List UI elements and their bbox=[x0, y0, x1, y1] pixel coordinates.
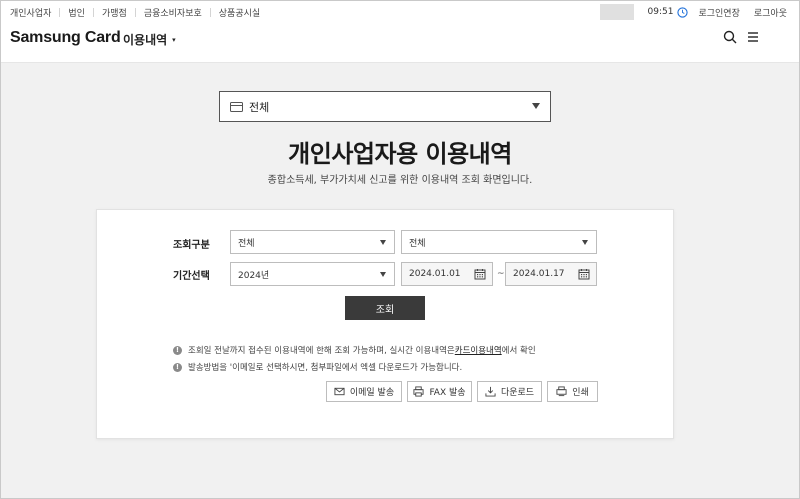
utility-bar: 개인사업자 법인 가맹점 금융소비자보호 상품공시실 09:51 로그인연장 로… bbox=[1, 1, 799, 23]
notice-2-text: 발송방법을 '이메일로 선택하시면, 첨부파일에서 엑셀 다운로드가 가능합니다… bbox=[188, 363, 463, 373]
download-button[interactable]: 다운로드 bbox=[477, 381, 542, 402]
print-button[interactable]: 인쇄 bbox=[547, 381, 598, 402]
start-date-value: 2024.01.01 bbox=[409, 269, 461, 279]
notice-1-text: 조회일 전날까지 접수된 이용내역에 한해 조회 가능하며, 실시간 이용내역은 bbox=[188, 346, 455, 356]
notice-1-text-end: 에서 확인 bbox=[501, 346, 536, 356]
dropdown-arrow-icon bbox=[380, 272, 386, 277]
extend-login-link[interactable]: 로그인연장 bbox=[698, 6, 739, 19]
end-date-value: 2024.01.17 bbox=[513, 269, 565, 279]
date-range-separator: ~ bbox=[497, 269, 505, 279]
email-send-button[interactable]: 이메일 발송 bbox=[326, 381, 402, 402]
header: Samsung Card 이용내역 ▾ bbox=[1, 23, 799, 63]
session-timer: 09:51 bbox=[647, 7, 674, 17]
page-subtitle: 종합소득세, 부가가치세 신고를 위한 이용내역 조회 화면입니다. bbox=[267, 175, 533, 186]
credit-card-icon bbox=[230, 101, 243, 112]
info-icon: ! bbox=[173, 345, 182, 355]
dropdown-arrow-icon bbox=[532, 103, 540, 109]
search-panel: 조회구분 전체 전체 기간선택 2024년 2024.01.01 ~ 2024.… bbox=[96, 209, 674, 439]
session-area: 09:51 로그인연장 로그아웃 bbox=[599, 4, 787, 20]
email-send-label: 이메일 발송 bbox=[349, 388, 395, 398]
masked-user-name bbox=[599, 4, 634, 20]
search-button[interactable]: 조회 bbox=[345, 296, 425, 320]
dropdown-arrow-icon bbox=[380, 240, 386, 245]
menu-title-label: 이용내역 bbox=[123, 33, 168, 47]
fax-send-label: FAX 발송 bbox=[429, 388, 466, 398]
link-product-disclosure[interactable]: 상품공시실 bbox=[219, 6, 260, 19]
link-corporate[interactable]: 법인 bbox=[68, 6, 85, 19]
inquiry-type-value-1: 전체 bbox=[238, 238, 255, 249]
samsung-card-logo[interactable]: Samsung Card bbox=[10, 29, 121, 47]
link-merchant[interactable]: 가맹점 bbox=[102, 6, 127, 19]
inquiry-type-select-2[interactable]: 전체 bbox=[401, 230, 597, 254]
chevron-down-icon: ▾ bbox=[172, 35, 176, 44]
card-usage-link[interactable]: 카드이용내역 bbox=[455, 344, 502, 356]
link-individual-business[interactable]: 개인사업자 bbox=[10, 6, 51, 19]
notice-line-2: ! 발송방법을 '이메일로 선택하시면, 첨부파일에서 엑셀 다운로드가 가능합… bbox=[173, 361, 462, 373]
envelope-icon bbox=[334, 387, 345, 396]
period-label: 기간선택 bbox=[173, 271, 210, 282]
inquiry-type-label: 조회구분 bbox=[173, 240, 210, 251]
timer-icon bbox=[677, 6, 689, 18]
info-icon: ! bbox=[173, 362, 182, 372]
calendar-icon[interactable] bbox=[474, 268, 486, 280]
logout-link[interactable]: 로그아웃 bbox=[754, 6, 787, 19]
end-date-field[interactable]: 2024.01.17 bbox=[505, 262, 597, 286]
calendar-icon[interactable] bbox=[578, 268, 590, 280]
print-label: 인쇄 bbox=[572, 388, 589, 398]
start-date-field[interactable]: 2024.01.01 bbox=[401, 262, 493, 286]
inquiry-type-select-1[interactable]: 전체 bbox=[230, 230, 395, 254]
card-category-value: 전체 bbox=[249, 100, 270, 114]
notice-line-1: ! 조회일 전날까지 접수된 이용내역에 한해 조회 가능하며, 실시간 이용내… bbox=[173, 344, 536, 356]
year-select[interactable]: 2024년 bbox=[230, 262, 395, 286]
card-category-select[interactable]: 전체 bbox=[219, 91, 551, 122]
utility-links: 개인사업자 법인 가맹점 금융소비자보호 상품공시실 bbox=[10, 6, 260, 19]
download-icon bbox=[485, 386, 496, 397]
menu-title-dropdown[interactable]: 이용내역 ▾ bbox=[123, 31, 176, 48]
download-label: 다운로드 bbox=[500, 388, 535, 398]
hamburger-menu-icon[interactable] bbox=[746, 30, 760, 44]
year-select-value: 2024년 bbox=[238, 270, 270, 281]
page-title: 개인사업자용 이용내역 bbox=[288, 140, 512, 168]
divider bbox=[92, 8, 94, 17]
inquiry-type-value-2: 전체 bbox=[409, 238, 426, 249]
divider bbox=[209, 8, 211, 17]
divider bbox=[59, 8, 61, 17]
divider bbox=[134, 8, 136, 17]
printer-icon bbox=[556, 386, 567, 397]
search-icon[interactable] bbox=[723, 30, 737, 44]
dropdown-arrow-icon bbox=[582, 240, 588, 245]
fax-send-button[interactable]: FAX 발송 bbox=[407, 381, 472, 402]
link-consumer-protection[interactable]: 금융소비자보호 bbox=[144, 6, 202, 19]
fax-icon bbox=[413, 386, 424, 397]
